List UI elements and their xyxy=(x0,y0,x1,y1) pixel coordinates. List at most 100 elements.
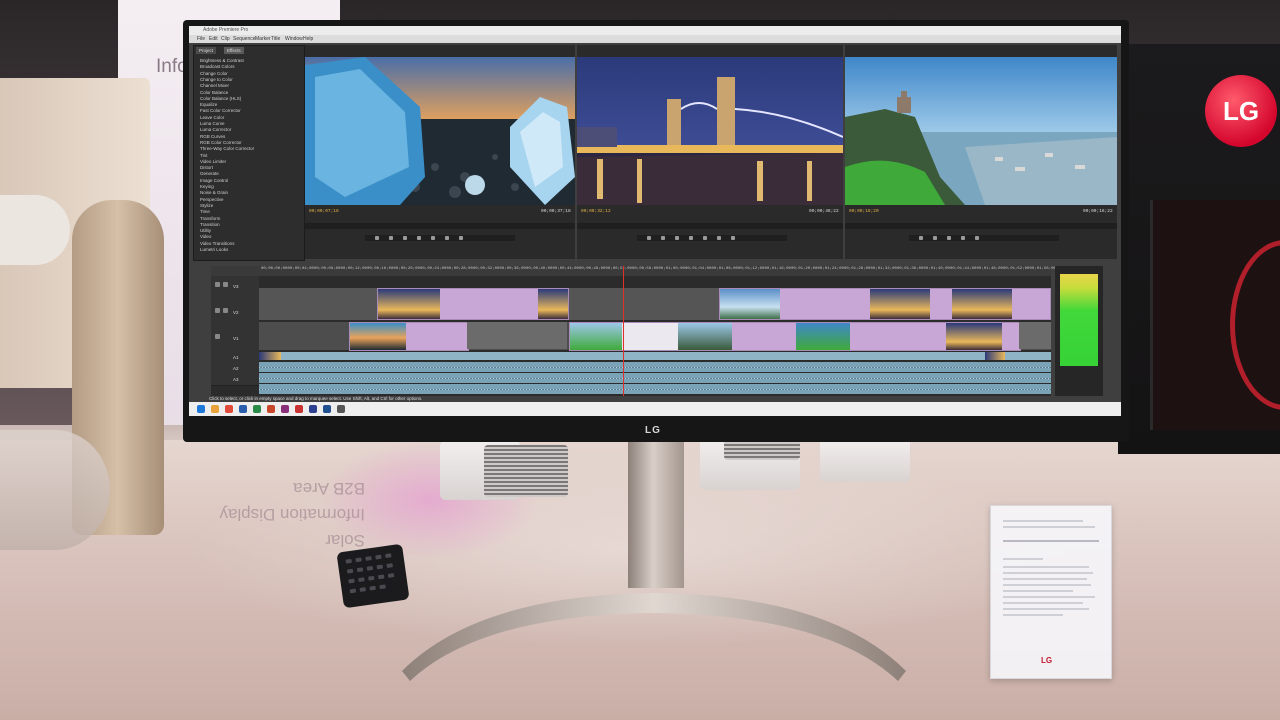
mark-in-icon[interactable] xyxy=(375,236,379,240)
extract-icon[interactable] xyxy=(731,236,735,240)
timeline-clip[interactable] xyxy=(985,352,1005,360)
eye-icon[interactable] xyxy=(215,334,220,339)
source-monitor-image-ice xyxy=(305,57,575,205)
effects-list-item[interactable]: Utility xyxy=(200,228,211,234)
audio-track-a1[interactable] xyxy=(259,362,1051,372)
ref-mark-in-icon[interactable] xyxy=(919,236,923,240)
photoshop-icon[interactable] xyxy=(323,405,331,413)
step-back-icon[interactable] xyxy=(403,236,407,240)
program-mark-in-icon[interactable] xyxy=(647,236,651,240)
program-step-back-icon[interactable] xyxy=(675,236,679,240)
effects-list-item[interactable]: RGB Curves xyxy=(200,134,225,140)
overwrite-icon[interactable] xyxy=(459,236,463,240)
effects-list-item[interactable]: Change to Color xyxy=(200,77,233,83)
audio-track-a3[interactable] xyxy=(259,384,1051,394)
effects-list-item[interactable]: Image Control xyxy=(200,178,228,184)
track-header-v3[interactable]: V3 xyxy=(211,276,259,303)
effects-list-item[interactable]: Video Limiter xyxy=(200,159,226,165)
eye-icon[interactable] xyxy=(215,308,220,313)
timeline-clip[interactable] xyxy=(569,322,1021,351)
track-header-v2[interactable]: V2 xyxy=(211,302,259,329)
effects-list-item[interactable]: Leave Color xyxy=(200,115,224,121)
tab-project[interactable]: Project xyxy=(196,47,217,54)
ref-step-back-icon[interactable] xyxy=(947,236,951,240)
track-header-v1[interactable]: V1 xyxy=(211,328,259,353)
play-icon[interactable] xyxy=(417,236,421,240)
chrome-icon[interactable] xyxy=(225,405,233,413)
menu-help[interactable]: Help xyxy=(303,35,313,43)
reference-scrubber[interactable] xyxy=(845,223,1117,229)
ref-step-forward-icon[interactable] xyxy=(975,236,979,240)
effects-list-item[interactable]: Transform xyxy=(200,216,220,222)
effects-list-item[interactable]: Generate xyxy=(200,171,219,177)
program-step-forward-icon[interactable] xyxy=(703,236,707,240)
menu-title[interactable]: Title xyxy=(271,35,280,43)
lock-icon[interactable] xyxy=(223,308,228,313)
lock-icon[interactable] xyxy=(223,282,228,287)
timeline-clip[interactable] xyxy=(259,352,281,360)
excel-icon[interactable] xyxy=(253,405,261,413)
powerpoint-icon[interactable] xyxy=(267,405,275,413)
ref-play-icon[interactable] xyxy=(961,236,965,240)
step-forward-icon[interactable] xyxy=(431,236,435,240)
effects-list-item[interactable]: Distort xyxy=(200,165,213,171)
start-icon[interactable] xyxy=(197,405,205,413)
acrobat-icon[interactable] xyxy=(295,405,303,413)
effects-list-item[interactable]: Keying xyxy=(200,184,214,190)
tab-effects[interactable]: Effects xyxy=(224,47,244,54)
effects-list-item[interactable]: Transition xyxy=(200,222,220,228)
effects-list-item[interactable]: Time xyxy=(200,209,210,215)
onenote-icon[interactable] xyxy=(281,405,289,413)
effects-list-item[interactable]: Color Balance xyxy=(200,90,228,96)
effects-list-item[interactable]: Video xyxy=(200,234,211,240)
effects-list-item[interactable]: Luma Curve xyxy=(200,121,225,127)
effects-list-item[interactable]: Noise & Grain xyxy=(200,190,228,196)
timeline-ruler[interactable]: 00;00;00;00 00;00;04;00 00;00;08;00 00;00;1… xyxy=(211,266,1056,276)
premiere-pro-icon[interactable] xyxy=(309,405,317,413)
effects-list-item[interactable]: Luma Corrector xyxy=(200,127,231,133)
menu-file[interactable]: File xyxy=(197,35,205,43)
ruler-tick-label: 00;01;56;00 xyxy=(1029,267,1056,271)
track-header-a3[interactable]: A3 xyxy=(211,374,259,386)
menu-marker[interactable]: Marker xyxy=(255,35,271,43)
insert-icon[interactable] xyxy=(445,236,449,240)
menu-sequence[interactable]: Sequence xyxy=(233,35,256,43)
audio-track-a2[interactable] xyxy=(259,373,1051,383)
timeline-clip[interactable] xyxy=(719,288,1051,320)
effects-list-item[interactable]: Channel Mixer xyxy=(200,83,229,89)
program-scrubber[interactable] xyxy=(577,223,843,229)
menu-window[interactable]: Window xyxy=(285,35,303,43)
effects-list-item[interactable]: Change Color xyxy=(200,71,228,77)
timeline-clip[interactable] xyxy=(377,288,569,320)
lift-icon[interactable] xyxy=(717,236,721,240)
effects-list-item[interactable]: Brightness & Contrast xyxy=(200,58,244,64)
program-mark-out-icon[interactable] xyxy=(661,236,665,240)
playhead[interactable] xyxy=(623,266,624,396)
menu-clip[interactable]: Clip xyxy=(221,35,230,43)
effects-list-item[interactable]: Color Balance (HLS) xyxy=(200,96,241,102)
app-icon[interactable] xyxy=(337,405,345,413)
effects-list-item[interactable]: Three-Way Color Corrector xyxy=(200,146,254,152)
timeline-clip[interactable] xyxy=(349,322,469,351)
effects-list-item[interactable]: Lumetri Looks xyxy=(200,247,228,253)
ref-mark-out-icon[interactable] xyxy=(933,236,937,240)
effects-list-item[interactable]: Fast Color Corrector xyxy=(200,108,241,114)
effects-list-item[interactable]: Tint xyxy=(200,153,207,159)
file-explorer-icon[interactable] xyxy=(211,405,219,413)
timeline-gap[interactable] xyxy=(1019,322,1051,349)
source-scrubber[interactable] xyxy=(305,223,575,229)
program-play-icon[interactable] xyxy=(689,236,693,240)
mark-out-icon[interactable] xyxy=(389,236,393,240)
effects-list-item[interactable]: Stylize xyxy=(200,203,213,209)
effects-panel: Project Effects Brightness & Contrast Bro… xyxy=(193,45,305,261)
timeline-gap[interactable] xyxy=(467,322,567,349)
menu-edit[interactable]: Edit xyxy=(209,35,218,43)
effects-list-item[interactable]: Perspective xyxy=(200,197,224,203)
effects-list-item[interactable]: Equalize xyxy=(200,102,217,108)
effects-list-item[interactable]: Video Transitions xyxy=(200,241,234,247)
eye-icon[interactable] xyxy=(215,282,220,287)
word-icon[interactable] xyxy=(239,405,247,413)
effects-list-item[interactable]: Broadcast Colors xyxy=(200,64,235,70)
effects-list-item[interactable]: RGB Color Corrector xyxy=(200,140,242,146)
ruler-tick-label: 00;01;12;00 xyxy=(738,267,765,271)
